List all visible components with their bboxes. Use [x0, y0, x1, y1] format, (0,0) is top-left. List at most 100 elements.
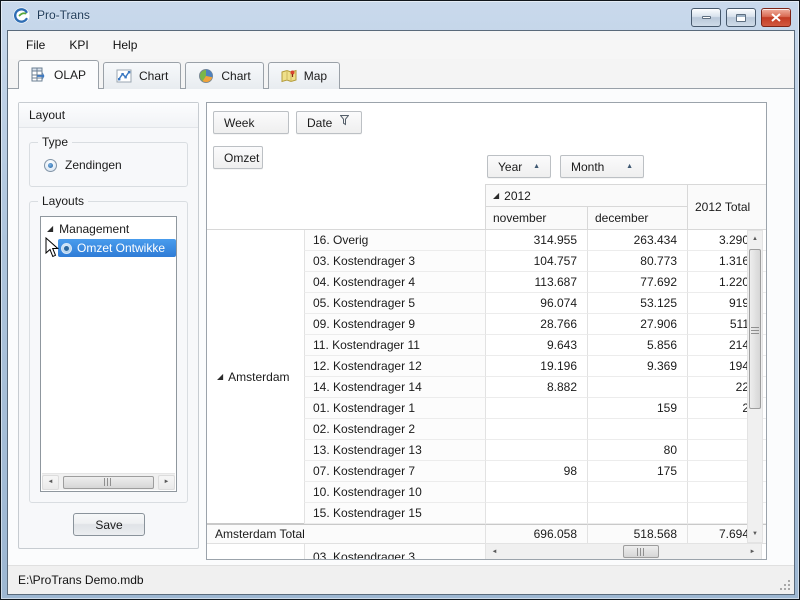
tab-map[interactable]: Map: [268, 62, 340, 89]
row-label[interactable]: 14. Kostendrager 14: [304, 377, 485, 398]
row-label[interactable]: 12. Kostendrager 12: [304, 356, 485, 377]
date-field-button[interactable]: Date: [296, 111, 362, 134]
grid-vertical-scrollbar[interactable]: ▲ ▼: [747, 230, 763, 543]
column-header-december[interactable]: december: [587, 207, 687, 230]
cell-value[interactable]: 104.757: [485, 251, 587, 272]
scroll-down-arrow[interactable]: ▼: [749, 527, 761, 541]
omzet-data-field-button[interactable]: Omzet: [213, 146, 263, 169]
save-button[interactable]: Save: [73, 513, 145, 536]
cell-value[interactable]: 113.687: [485, 272, 587, 293]
row-label[interactable]: 10. Kostendrager 10: [304, 482, 485, 503]
row-label[interactable]: 03. Kostendrager 3: [304, 251, 485, 272]
map-icon: [281, 68, 298, 84]
cell-value[interactable]: 175: [587, 461, 687, 482]
tree-node-omzet-selected[interactable]: Omzet Ontwikke: [58, 239, 176, 257]
cell-value[interactable]: 19.196: [485, 356, 587, 377]
grid-horizontal-scrollbar[interactable]: ◄ ►: [485, 543, 762, 560]
scroll-left-arrow[interactable]: ◄: [486, 544, 503, 559]
expander-icon[interactable]: ◢: [47, 225, 53, 233]
row-label[interactable]: 05. Kostendrager 5: [304, 293, 485, 314]
maximize-button[interactable]: [726, 8, 756, 27]
row-group-label: Amsterdam: [228, 370, 289, 384]
row-label[interactable]: 09. Kostendrager 9: [304, 314, 485, 335]
total-cell-value[interactable]: 696.058: [485, 524, 587, 544]
radio-selected-icon[interactable]: [44, 159, 57, 172]
amsterdam-total-label[interactable]: Amsterdam Total: [207, 524, 485, 544]
row-label[interactable]: 04. Kostendrager 4: [304, 272, 485, 293]
scroll-up-arrow[interactable]: ▲: [749, 232, 761, 246]
zendingen-radio-row[interactable]: Zendingen: [30, 143, 187, 186]
cell-value[interactable]: 98: [485, 461, 587, 482]
november-label: november: [493, 211, 546, 225]
tree-node-management[interactable]: ◢ Management: [41, 217, 176, 238]
tab-olap[interactable]: OLAP: [18, 60, 99, 89]
cell-value[interactable]: 53.125: [587, 293, 687, 314]
year-field-button[interactable]: Year ▲: [487, 155, 551, 178]
column-group-2012[interactable]: ◢ 2012: [485, 184, 687, 207]
status-file-path: E:\ProTrans Demo.mdb: [18, 573, 144, 587]
scroll-right-arrow[interactable]: ►: [158, 475, 175, 490]
clipped-next-row-label[interactable]: 03. Kostendrager 3: [304, 544, 485, 560]
cell-value[interactable]: [587, 482, 687, 503]
row-label[interactable]: 16. Overig: [304, 230, 485, 251]
layouts-group-label: Layouts: [38, 194, 88, 208]
cell-value[interactable]: [587, 503, 687, 524]
resize-grip[interactable]: [779, 579, 792, 592]
week-field-button[interactable]: Week: [213, 111, 289, 134]
cell-value[interactable]: 28.766: [485, 314, 587, 335]
cell-value[interactable]: 77.692: [587, 272, 687, 293]
column-group-label: 2012: [504, 189, 531, 203]
grid-hscroll-thumb[interactable]: [623, 545, 659, 558]
close-button[interactable]: [761, 8, 791, 27]
cell-value[interactable]: 8.882: [485, 377, 587, 398]
cell-value[interactable]: 159: [587, 398, 687, 419]
tab-line-chart[interactable]: Chart: [103, 62, 181, 89]
tab-chart1-label: Chart: [139, 69, 168, 83]
row-group-amsterdam[interactable]: ◢ Amsterdam: [207, 230, 304, 524]
minimize-button[interactable]: [691, 8, 721, 27]
cell-value[interactable]: [485, 503, 587, 524]
collapse-icon[interactable]: ◢: [217, 373, 223, 381]
menu-kpi[interactable]: KPI: [57, 34, 100, 56]
tab-pie-chart[interactable]: Chart: [185, 62, 263, 89]
row-label[interactable]: 07. Kostendrager 7: [304, 461, 485, 482]
cell-value[interactable]: 5.856: [587, 335, 687, 356]
column-header-november[interactable]: november: [485, 207, 587, 230]
menu-help[interactable]: Help: [101, 34, 150, 56]
total-cell-value[interactable]: 518.568: [587, 524, 687, 544]
column-header-2012-total[interactable]: 2012 Total: [687, 184, 767, 230]
row-label[interactable]: 11. Kostendrager 11: [304, 335, 485, 356]
cell-value[interactable]: 9.643: [485, 335, 587, 356]
row-label[interactable]: 01. Kostendrager 1: [304, 398, 485, 419]
cell-value[interactable]: [485, 440, 587, 461]
tree-horizontal-scrollbar[interactable]: ◄ ►: [42, 473, 175, 490]
cell-value[interactable]: 9.369: [587, 356, 687, 377]
scroll-right-arrow[interactable]: ►: [744, 544, 761, 559]
scroll-left-arrow[interactable]: ◄: [42, 475, 59, 490]
cell-value[interactable]: [485, 419, 587, 440]
cell-value[interactable]: 314.955: [485, 230, 587, 251]
grid-vscroll-thumb[interactable]: [749, 249, 761, 409]
month-field-button[interactable]: Month ▲: [560, 155, 644, 178]
cell-value[interactable]: 80: [587, 440, 687, 461]
cell-value[interactable]: 80.773: [587, 251, 687, 272]
row-label[interactable]: 15. Kostendrager 15: [304, 503, 485, 524]
week-field-label: Week: [224, 116, 254, 130]
row-label[interactable]: 02. Kostendrager 2: [304, 419, 485, 440]
cell-value[interactable]: [587, 419, 687, 440]
cell-value[interactable]: 96.074: [485, 293, 587, 314]
layout-radio-icon[interactable]: [61, 243, 72, 254]
cell-value[interactable]: [587, 377, 687, 398]
layouts-tree: ◢ Management Omzet Ontwikke ◄ ►: [40, 216, 177, 492]
cell-value[interactable]: [485, 398, 587, 419]
title-bar[interactable]: Pro-Trans: [1, 1, 799, 30]
cell-value[interactable]: 263.434: [587, 230, 687, 251]
menu-file[interactable]: File: [14, 34, 57, 56]
tab-chart2-label: Chart: [221, 69, 250, 83]
cell-value[interactable]: 27.906: [587, 314, 687, 335]
cell-value[interactable]: [485, 482, 587, 503]
row-label[interactable]: 13. Kostendrager 13: [304, 440, 485, 461]
filter-icon[interactable]: [340, 115, 349, 126]
tree-scroll-thumb[interactable]: [63, 476, 154, 489]
collapse-icon[interactable]: ◢: [493, 192, 499, 200]
